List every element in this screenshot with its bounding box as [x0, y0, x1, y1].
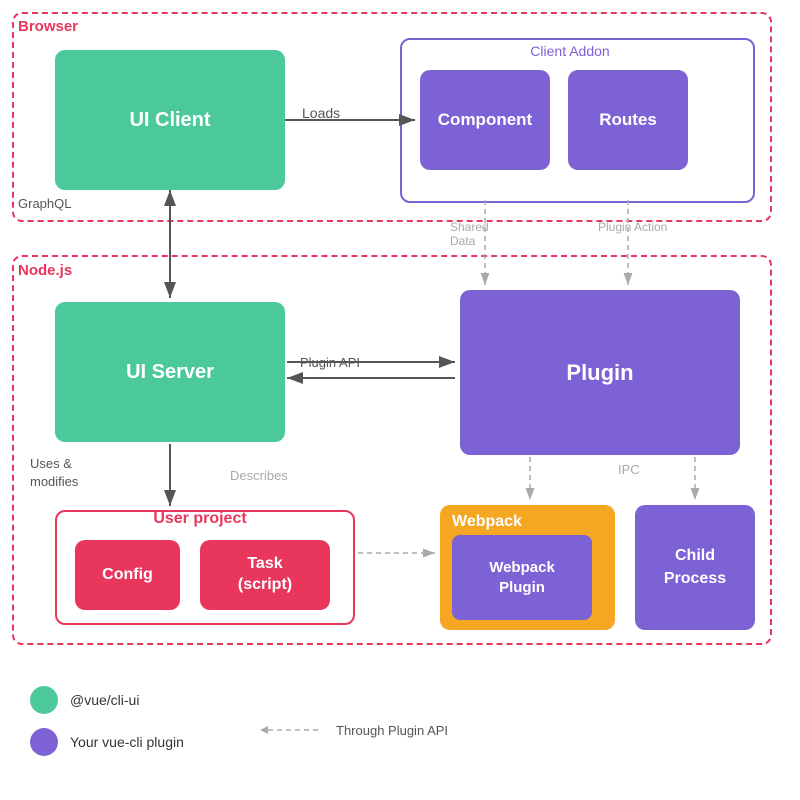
nodejs-label: Node.js	[18, 262, 72, 279]
legend-arrow-label: Through Plugin API	[336, 723, 448, 738]
ipc-label: IPC	[618, 462, 640, 477]
webpack-plugin-box: WebpackPlugin	[452, 535, 592, 620]
legend-purple-label: Your vue-cli plugin	[70, 734, 184, 750]
plugin-action-label: Plugin Action	[598, 220, 667, 234]
component-box: Component	[420, 70, 550, 170]
legend: @vue/cli-ui Your vue-cli plugin	[30, 686, 184, 770]
legend-item-purple: Your vue-cli plugin	[30, 728, 184, 756]
routes-label: Routes	[599, 110, 657, 130]
user-project-label: User project	[100, 510, 300, 528]
config-label: Config	[102, 566, 153, 584]
ui-server-box: UI Server	[55, 302, 285, 442]
task-box: Task(script)	[200, 540, 330, 610]
legend-arrow-svg	[260, 722, 330, 738]
config-box: Config	[75, 540, 180, 610]
diagram-container: Browser Node.js UI Client Client Addon C…	[0, 0, 800, 800]
webpack-label: Webpack	[452, 513, 522, 531]
ui-server-label: UI Server	[126, 361, 214, 384]
legend-arrow-item: Through Plugin API	[260, 722, 448, 738]
ui-client-label: UI Client	[129, 109, 210, 132]
browser-label: Browser	[18, 18, 78, 35]
ui-client-box: UI Client	[55, 50, 285, 190]
purple-circle-icon	[30, 728, 58, 756]
describes-label: Describes	[230, 468, 288, 483]
task-label: Task(script)	[238, 554, 292, 596]
client-addon-label: Client Addon	[455, 43, 685, 59]
webpack-plugin-label: WebpackPlugin	[489, 558, 555, 597]
plugin-box: Plugin	[460, 290, 740, 455]
legend-green-label: @vue/cli-ui	[70, 692, 139, 708]
graphql-label: GraphQL	[18, 196, 71, 211]
uses-modifies-label: Uses &modifies	[30, 455, 78, 491]
component-label: Component	[438, 110, 532, 130]
plugin-api-label: Plugin API	[300, 355, 360, 370]
child-process-label: ChildProcess	[664, 545, 726, 590]
shared-data-label: SharedData	[450, 220, 489, 248]
legend-item-green: @vue/cli-ui	[30, 686, 184, 714]
routes-box: Routes	[568, 70, 688, 170]
green-circle-icon	[30, 686, 58, 714]
plugin-label: Plugin	[566, 360, 633, 386]
child-process-box: ChildProcess	[635, 505, 755, 630]
loads-label: Loads	[302, 105, 340, 121]
